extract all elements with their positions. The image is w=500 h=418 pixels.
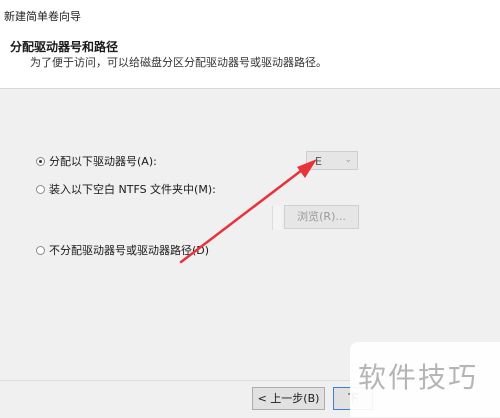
back-button[interactable]: < 上一步(B) [252,387,325,410]
watermark: 软件技巧 [350,342,500,417]
watermark-text: 软件技巧 [358,361,479,394]
